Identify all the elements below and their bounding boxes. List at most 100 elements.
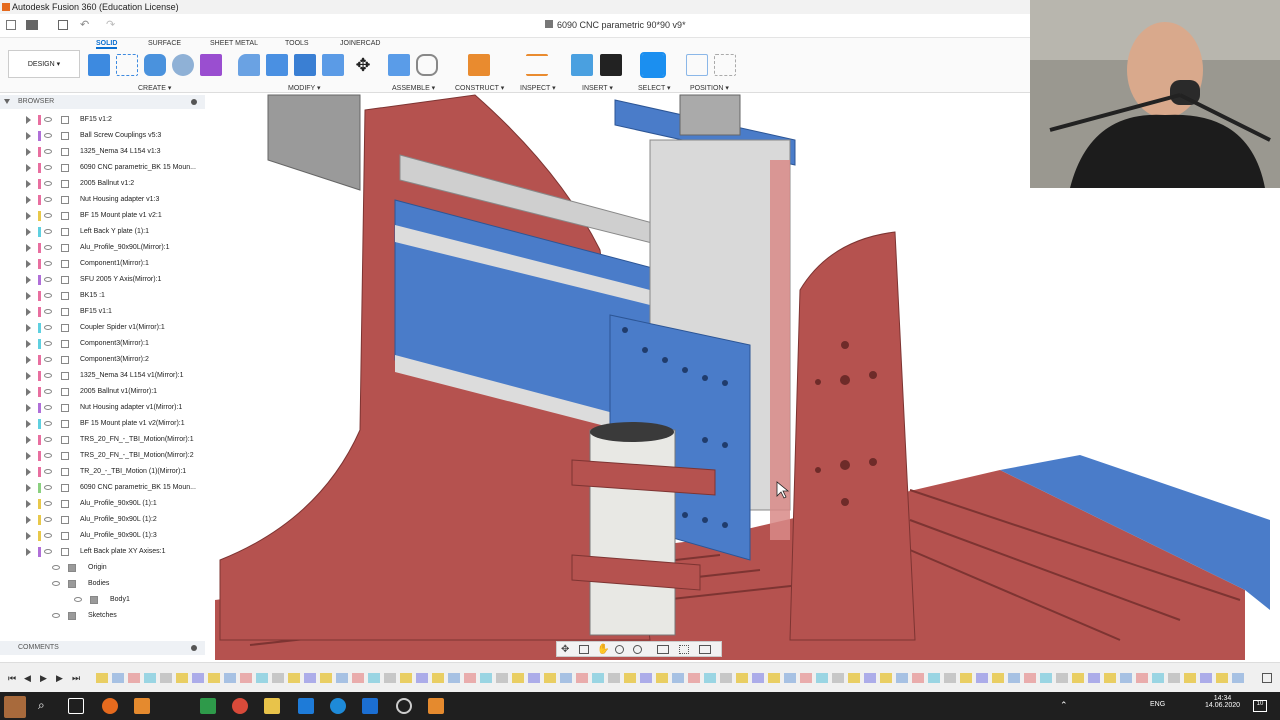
modify-group-label[interactable]: MODIFY ▾	[288, 84, 321, 92]
visibility-eye-icon[interactable]	[44, 341, 52, 346]
timeline-feature-icon[interactable]	[1088, 673, 1100, 683]
browser-item[interactable]: BF15 v1:1	[0, 304, 205, 320]
visibility-eye-icon[interactable]	[44, 549, 52, 554]
timeline-feature-icon[interactable]	[800, 673, 812, 683]
revolve-icon[interactable]	[172, 54, 194, 76]
tab-joinercad[interactable]: JOINERCAD	[340, 40, 380, 47]
obs-icon[interactable]	[396, 698, 412, 714]
browser-item[interactable]: Left Back plate XY Axises:1	[0, 544, 205, 560]
timeline-feature-icon[interactable]	[736, 673, 748, 683]
fit-icon[interactable]	[633, 645, 642, 654]
browser-item[interactable]: TRS_20_FN_-_TBI_Motion(Mirror):1	[0, 432, 205, 448]
tab-tools[interactable]: TOOLS	[285, 40, 309, 47]
expand-arrow-icon[interactable]	[26, 548, 31, 556]
rewind-icon[interactable]: ⏮	[8, 673, 16, 684]
timeline-feature-icon[interactable]	[1024, 673, 1036, 683]
timeline-feature-icon[interactable]	[304, 673, 316, 683]
timeline-feature-icon[interactable]	[464, 673, 476, 683]
timeline-feature-icon[interactable]	[1200, 673, 1212, 683]
browser-item[interactable]: Alu_Profile_90x90L (1):1	[0, 496, 205, 512]
browser-item[interactable]: BF15 v1:2	[0, 112, 205, 128]
expand-arrow-icon[interactable]	[26, 484, 31, 492]
timeline-feature-icon[interactable]	[1152, 673, 1164, 683]
expand-arrow-icon[interactable]	[26, 532, 31, 540]
fast-forward-icon[interactable]: ⏭	[72, 673, 80, 684]
browser-header[interactable]: BROWSER	[0, 95, 205, 109]
timeline-feature-icon[interactable]	[128, 673, 140, 683]
timeline-feature-icon[interactable]	[768, 673, 780, 683]
create-group-label[interactable]: CREATE ▾	[138, 84, 171, 92]
timeline-feature-icon[interactable]	[368, 673, 380, 683]
extrude-icon[interactable]	[144, 54, 166, 76]
expand-arrow-icon[interactable]	[26, 196, 31, 204]
timeline-feature-icon[interactable]	[176, 673, 188, 683]
browser-subitem[interactable]: Origin	[0, 560, 205, 576]
browser-item[interactable]: Nut Housing adapter v1(Mirror):1	[0, 400, 205, 416]
timeline-feature-icon[interactable]	[832, 673, 844, 683]
create-sketch-icon[interactable]	[116, 54, 138, 76]
notification-icon[interactable]: 10	[1253, 700, 1267, 712]
timeline-feature-icon[interactable]	[880, 673, 892, 683]
timeline-feature-icon[interactable]	[576, 673, 588, 683]
timeline-feature-icon[interactable]	[992, 673, 1004, 683]
timeline-feature-icon[interactable]	[720, 673, 732, 683]
orbit-icon[interactable]: ✥	[561, 644, 569, 655]
browser-subitem[interactable]: Sketches	[0, 608, 205, 624]
expand-arrow-icon[interactable]	[26, 404, 31, 412]
timeline-feature-icon[interactable]	[1056, 673, 1068, 683]
visibility-eye-icon[interactable]	[44, 165, 52, 170]
chrome-icon[interactable]	[232, 698, 248, 714]
comments-panel[interactable]: COMMENTS	[0, 641, 205, 655]
timeline-feature-icon[interactable]	[640, 673, 652, 683]
measure-icon[interactable]	[526, 54, 548, 76]
timeline-feature-icon[interactable]	[1168, 673, 1180, 683]
visibility-eye-icon[interactable]	[44, 133, 52, 138]
select-icon[interactable]	[640, 52, 666, 78]
visibility-eye-icon[interactable]	[74, 597, 82, 602]
browser-item[interactable]: SFU 2005 Y Axis(Mirror):1	[0, 272, 205, 288]
timeline-feature-icon[interactable]	[784, 673, 796, 683]
timeline-feature-icon[interactable]	[912, 673, 924, 683]
tab-sheet-metal[interactable]: SHEET METAL	[210, 40, 258, 47]
clock[interactable]: 14:34 14.06.2020	[1205, 695, 1240, 709]
combine-icon[interactable]	[322, 54, 344, 76]
look-at-icon[interactable]	[579, 645, 589, 654]
timeline-feature-icon[interactable]	[944, 673, 956, 683]
inspect-group-label[interactable]: INSPECT ▾	[520, 84, 556, 92]
grid-icon[interactable]	[679, 645, 689, 654]
visibility-eye-icon[interactable]	[44, 245, 52, 250]
timeline-feature-icon[interactable]	[704, 673, 716, 683]
undo-icon[interactable]: ↶	[80, 18, 89, 31]
expand-arrow-icon[interactable]	[26, 148, 31, 156]
timeline-feature-icon[interactable]	[672, 673, 684, 683]
timeline-feature-icon[interactable]	[1040, 673, 1052, 683]
timeline-feature-icon[interactable]	[336, 673, 348, 683]
tray-up-icon[interactable]: ⌃	[1060, 700, 1068, 711]
expand-arrow-icon[interactable]	[26, 164, 31, 172]
visibility-eye-icon[interactable]	[44, 117, 52, 122]
timeline-feature-icon[interactable]	[1072, 673, 1084, 683]
timeline-feature-icon[interactable]	[960, 673, 972, 683]
browser-item[interactable]: Alu_Profile_90x90L (1):3	[0, 528, 205, 544]
select-group-label[interactable]: SELECT ▾	[638, 84, 671, 92]
timeline-feature-icon[interactable]	[320, 673, 332, 683]
visibility-eye-icon[interactable]	[52, 613, 60, 618]
expand-arrow-icon[interactable]	[26, 420, 31, 428]
timeline-feature-icon[interactable]	[192, 673, 204, 683]
edge-icon[interactable]	[330, 698, 346, 714]
browser-item[interactable]: Component3(Mirror):2	[0, 352, 205, 368]
move-icon[interactable]: ✥	[352, 54, 374, 76]
expand-arrow-icon[interactable]	[26, 388, 31, 396]
viewports-icon[interactable]	[699, 645, 711, 654]
visibility-eye-icon[interactable]	[44, 453, 52, 458]
browser-item[interactable]: Component1(Mirror):1	[0, 256, 205, 272]
expand-arrow-icon[interactable]	[26, 324, 31, 332]
timeline-feature-icon[interactable]	[240, 673, 252, 683]
expand-arrow-icon[interactable]	[26, 244, 31, 252]
browser-item[interactable]: Component3(Mirror):1	[0, 336, 205, 352]
step-back-icon[interactable]: ◀	[24, 673, 31, 684]
visibility-eye-icon[interactable]	[44, 261, 52, 266]
timeline-feature-icon[interactable]	[1216, 673, 1228, 683]
zoom-icon[interactable]	[615, 645, 624, 654]
expand-arrow-icon[interactable]	[26, 212, 31, 220]
